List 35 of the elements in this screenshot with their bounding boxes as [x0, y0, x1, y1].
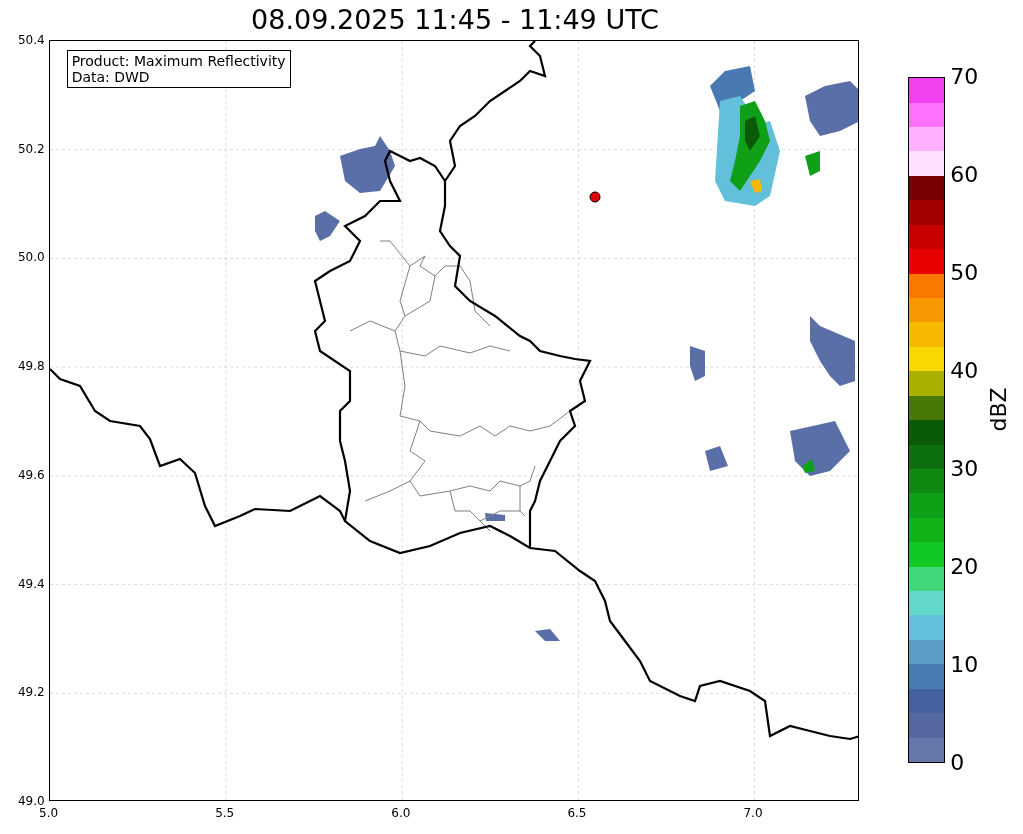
radar-echo	[534, 629, 560, 641]
radar-echo	[804, 81, 859, 136]
radar-echo	[314, 211, 340, 241]
x-tick-label: 7.0	[743, 806, 763, 820]
colorbar-tick-label: 60	[950, 163, 979, 187]
radar-echo	[804, 151, 820, 176]
colorbar-tick-label: 30	[950, 457, 979, 481]
y-tick-label: 49.4	[17, 576, 45, 591]
chart-title: 08.09.2025 11:45 - 11:49 UTC	[251, 3, 659, 37]
radar-echo	[339, 136, 395, 193]
colorbar-tick-label: 0	[950, 751, 965, 775]
x-tick-label: 6.5	[567, 806, 587, 820]
y-tick-label: 50.0	[17, 250, 45, 265]
colorbar-tick-label: 10	[950, 653, 979, 677]
y-tick-label: 49.0	[17, 794, 45, 808]
x-tick-label: 6.0	[391, 806, 411, 820]
y-tick-label: 50.2	[17, 141, 45, 156]
y-tick-label: 49.8	[17, 359, 45, 374]
location-marker	[589, 191, 601, 203]
colorbar-label: dBZ	[984, 386, 1012, 432]
y-tick-label: 49.2	[17, 685, 45, 700]
radar-echo	[704, 446, 728, 471]
radar-echo	[484, 513, 505, 521]
info-text: Data: DWD	[71, 69, 151, 85]
colorbar-tick-label: 50	[950, 261, 979, 285]
x-tick-label: 5.0	[39, 806, 59, 820]
radar-echo	[809, 316, 855, 386]
colorbar-tick-label: 40	[950, 359, 979, 383]
y-tick-label: 49.6	[17, 467, 45, 482]
x-tick-label: 5.5	[215, 806, 235, 820]
colorbar-tick-label: 20	[950, 555, 979, 579]
radar-echo	[689, 346, 705, 381]
y-tick-label: 50.4	[17, 33, 45, 47]
info-text: Product: Maximum Reflectivity	[71, 53, 286, 69]
colorbar-tick-label: 70	[950, 65, 979, 89]
